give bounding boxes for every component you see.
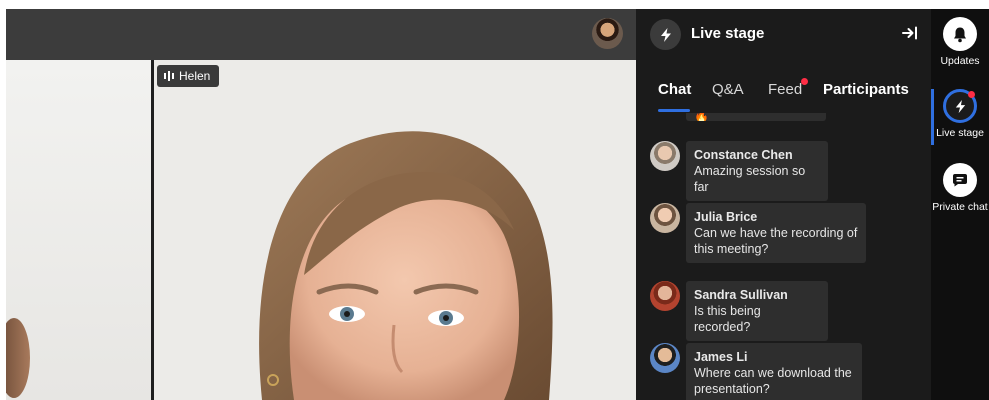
panel-tabs: Chat Q&A Feed Participants [636,73,931,113]
right-rail: Updates Live stage Private chat [931,9,989,400]
message-text: this meeting? [694,242,769,256]
collapse-panel-button[interactable] [899,22,921,44]
video-tile-speaker[interactable]: Helen [154,60,636,400]
tab-participants[interactable]: Participants [823,81,909,98]
rail-item-updates[interactable]: Updates [931,17,989,67]
video-area: Helen [0,0,636,400]
live-stage-panel: Live stage Chat Q&A Feed Participants So… [636,9,931,400]
message-text: Is this being recorded? [694,304,761,334]
arrow-right-to-bar-icon [902,26,917,40]
speaker-video-image [154,60,636,400]
avatar[interactable] [650,343,680,373]
message-text: Amazing session so far [694,164,806,194]
message-text: Where can we download the [694,366,852,380]
avatar[interactable] [650,141,680,171]
chat-bubble-icon [943,163,977,197]
chat-message-list[interactable]: So Excited!!! 🔥🔥🔥🔥 Constance Chen Amazin… [636,113,931,400]
lightning-icon [650,19,681,50]
message-bubble: Sandra Sullivan Is this being recorded? [686,281,828,341]
speaker-name-tag: Helen [157,65,220,87]
video-top-bar [6,9,636,60]
self-avatar[interactable] [592,18,623,49]
chat-message-partial: So Excited!!! 🔥🔥🔥🔥 [686,113,826,121]
message-author: Julia Brice [694,210,758,224]
message-text: Can we have the recording of [694,226,858,240]
rail-item-private-chat[interactable]: Private chat [931,163,989,213]
lightning-icon [943,89,977,123]
message-author: Constance Chen [694,148,793,162]
video-tile-participant[interactable] [6,60,151,400]
message-bubble: James Li Where can we download the prese… [686,343,862,400]
message-text: presentation? [694,382,770,396]
message-bubble: Constance Chen Amazing session so far [686,141,828,201]
rail-item-live-stage[interactable]: Live stage [931,89,989,139]
rail-item-label: Live stage [936,127,984,139]
tab-chat[interactable]: Chat [658,81,691,98]
tab-feed[interactable]: Feed [768,81,802,98]
active-tab-indicator [658,109,690,112]
message-author: James Li [694,350,748,364]
message-bubble: Julia Brice Can we have the recording of… [686,203,866,263]
live-stage-notification-dot [968,91,975,98]
panel-header: Live stage [636,9,931,59]
avatar[interactable] [650,281,680,311]
rail-item-label: Updates [940,55,980,67]
speaker-name: Helen [179,69,211,83]
audio-level-icon [164,71,174,81]
message-author: Sandra Sullivan [694,288,788,302]
avatar[interactable] [650,203,680,233]
feed-notification-dot [801,78,808,85]
tab-qa[interactable]: Q&A [712,81,744,98]
panel-title: Live stage [691,25,765,42]
bell-icon [943,17,977,51]
rail-item-label: Private chat [932,201,988,213]
